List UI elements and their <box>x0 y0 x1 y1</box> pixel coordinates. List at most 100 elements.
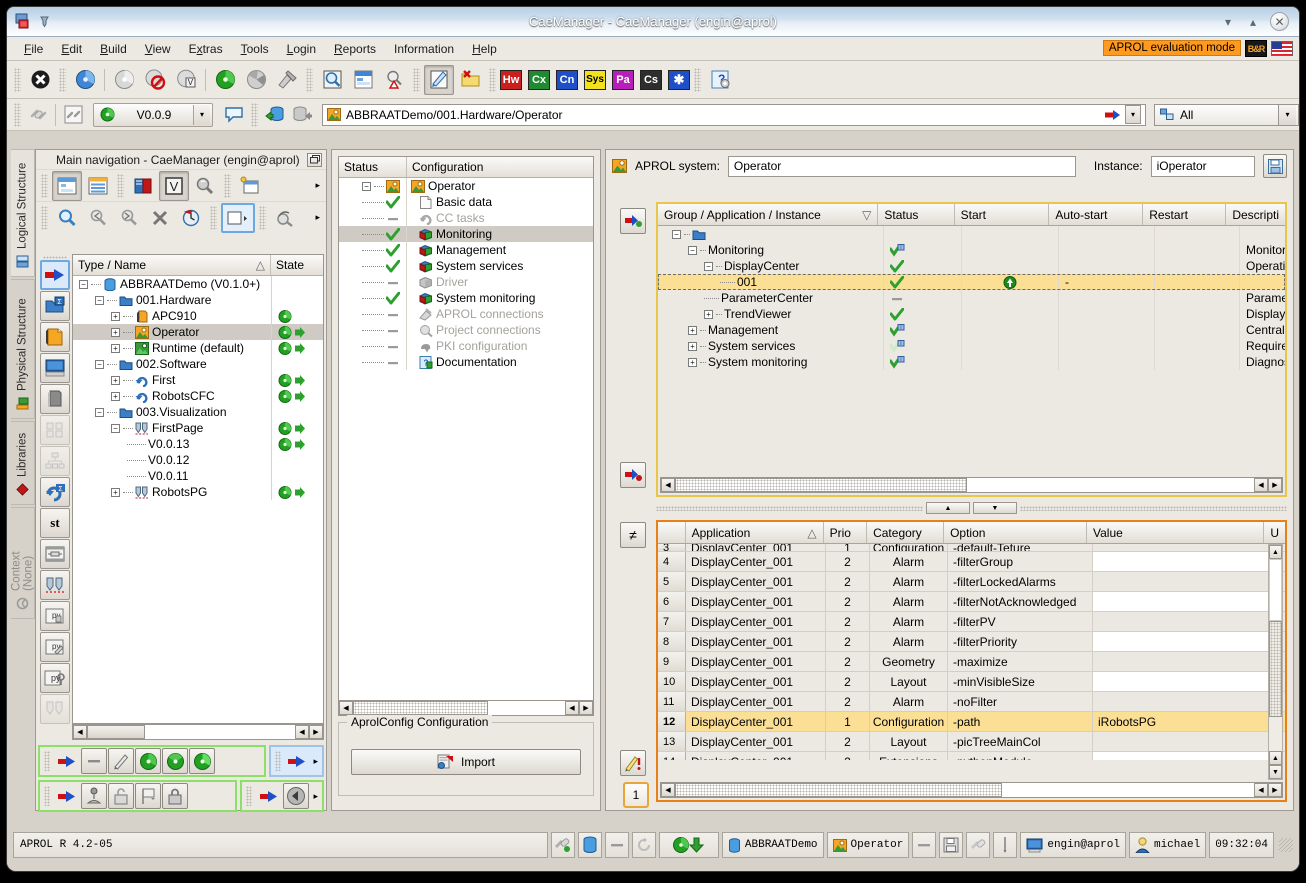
project-segment-icon[interactable] <box>241 65 271 95</box>
pencil-icon[interactable] <box>108 748 134 774</box>
menu-edit[interactable]: Edit <box>52 39 91 59</box>
tab-libraries[interactable]: Libraries <box>11 421 35 505</box>
tree-header-type-name[interactable]: Type / Name △ <box>73 255 271 275</box>
config-item-basic-data[interactable]: Basic data <box>339 194 593 210</box>
side-toolbar-grip[interactable] <box>43 256 67 259</box>
option-row-value[interactable] <box>1093 544 1273 551</box>
user-status[interactable]: michael <box>1128 832 1207 858</box>
group-row-system-monitoring[interactable]: + System monitoring I Diagnosti <box>658 354 1285 370</box>
toolbar-grip-4[interactable] <box>413 67 420 92</box>
project-path-field[interactable]: ABBRAATDemo/001.Hardware/Operator ▾ <box>322 103 1146 126</box>
pa-icon[interactable]: Pa <box>612 69 634 90</box>
restore-window-icon[interactable] <box>307 152 322 167</box>
tab-logical-structure[interactable]: Logical Structure <box>11 149 35 277</box>
navigate-arrow-icon-b1[interactable] <box>54 748 80 774</box>
navigate-arrow-icon-b2[interactable] <box>54 783 80 809</box>
scroll-thumb[interactable] <box>87 725 145 739</box>
gt-scroll-left-button[interactable]: ◀ <box>661 478 675 492</box>
tree-item-001-hardware[interactable]: − 001.Hardware <box>73 292 323 308</box>
option-row-value[interactable] <box>1093 732 1273 751</box>
build-gray-icon[interactable] <box>135 748 161 774</box>
config-item-system-monitoring[interactable]: System monitoring <box>339 290 593 306</box>
option-row-9[interactable]: 9 DisplayCenter_001 2 Geometry -maximize <box>658 652 1285 672</box>
cfg-scroll-right-button[interactable]: ▶ <box>579 701 593 715</box>
group-expander[interactable]: + <box>688 341 697 351</box>
flag-icon[interactable] <box>135 783 161 809</box>
search-icon-nav[interactable] <box>52 203 82 233</box>
prio-1-button[interactable]: 1 <box>623 782 649 808</box>
bt1b-more-arrow-icon[interactable]: ▸ <box>310 756 321 767</box>
tree-expander[interactable]: + <box>111 391 120 401</box>
ot-scroll-left-button[interactable]: ◀ <box>661 783 675 797</box>
sys-icon[interactable]: Sys <box>584 69 606 90</box>
oth-application[interactable]: Application △ <box>686 522 824 543</box>
option-row-12[interactable]: 12 DisplayCenter_001 1 Configuration -path iR… <box>658 712 1285 732</box>
nav-toolbar2-more-arrow-icon[interactable]: ▸ <box>315 212 326 223</box>
group-row-displaycenter[interactable]: − DisplayCenter Operation <box>658 258 1285 274</box>
remove-instance-icon[interactable] <box>620 462 646 488</box>
refresh-search-icon[interactable] <box>270 203 300 233</box>
group-row-trendviewer[interactable]: + TrendViewer Display o <box>658 306 1285 322</box>
menu-build[interactable]: Build <box>91 39 136 59</box>
path-toolbar-grip-2[interactable] <box>251 102 258 127</box>
filter-box-icon[interactable] <box>221 202 255 233</box>
folder-close-icon[interactable] <box>455 65 485 95</box>
option-row-8[interactable]: 8 DisplayCenter_001 2 Alarm -filterPriority <box>658 632 1285 652</box>
minimize-button[interactable]: ▾ <box>1220 14 1236 30</box>
help-gear-icon[interactable]: ? <box>705 65 735 95</box>
gt-scroll-right-button[interactable]: ▶ <box>1268 478 1282 492</box>
nav-toolbar-grip-3[interactable] <box>224 173 231 198</box>
comment-icon[interactable] <box>221 102 247 128</box>
navigate-arrow-icon-b2b[interactable] <box>256 783 282 809</box>
config-item-documentation[interactable]: ? Documentation <box>339 354 593 370</box>
gt-scroll-thumb[interactable] <box>675 478 967 492</box>
nav-toolbar-more-arrow-icon[interactable]: ▸ <box>315 180 326 191</box>
group-table-horizontal-scrollbar[interactable]: ◀ ◀ ▶ <box>660 477 1283 493</box>
tree-item-runtime-default[interactable]: + Runtime (default) <box>73 340 323 356</box>
config-item-driver[interactable]: Driver <box>339 274 593 290</box>
back-circle-icon[interactable] <box>283 783 310 809</box>
scroll-left-button-2[interactable]: ◀ <box>295 725 309 739</box>
search-warning-icon[interactable] <box>379 65 409 95</box>
bt2b-grip[interactable] <box>246 786 253 806</box>
st-icon[interactable]: st <box>40 508 70 538</box>
maximize-button[interactable]: ▴ <box>1245 14 1261 30</box>
version-v-icon[interactable]: V <box>159 170 189 201</box>
option-row-value[interactable] <box>1093 692 1273 711</box>
group-row-parametercenter[interactable]: ParameterCenter Paramete <box>658 290 1285 306</box>
tree-item-robotscfc[interactable]: + RobotsCFC <box>73 388 323 404</box>
filter-combo[interactable]: All ▾ <box>1154 103 1299 126</box>
splitter-up-button[interactable]: ▲ <box>926 502 970 514</box>
gth-group[interactable]: Group / Application / Instance ▽ <box>658 204 879 225</box>
option-row-13[interactable]: 13 DisplayCenter_001 2 Layout -picTreeMainCo… <box>658 732 1285 752</box>
options-vertical-scrollbar[interactable]: ▲ ▲ ▼ <box>1268 544 1283 780</box>
plug-status-icon[interactable] <box>966 832 991 858</box>
dash-status-icon[interactable] <box>912 832 937 858</box>
cn-icon[interactable]: Cn <box>556 69 578 90</box>
group-row-system-services[interactable]: + System services I Required <box>658 338 1285 354</box>
option-row-14[interactable]: 14DisplayCenter_0012Extensions-pythonMod… <box>658 752 1285 760</box>
config-item-operator[interactable]: − Operator <box>339 178 593 194</box>
hierarchy-icon[interactable] <box>40 446 70 476</box>
cfg-scroll-left-button[interactable]: ◀ <box>339 701 353 715</box>
tree-item-operator[interactable]: + Operator <box>73 324 323 340</box>
tree-item-robotspg[interactable]: + RobotsPG <box>73 484 323 500</box>
tree-item-apc910[interactable]: + APC910 <box>73 308 323 324</box>
config-item-project-connections[interactable]: Project connections <box>339 322 593 338</box>
project-tools-icon[interactable] <box>272 65 302 95</box>
build-green2-icon[interactable] <box>189 748 215 774</box>
menu-help[interactable]: Help <box>463 39 506 59</box>
group-row-001[interactable]: 001 - <box>658 274 1285 290</box>
bt2b-more-arrow-icon[interactable]: ▸ <box>310 791 321 802</box>
project-gray-icon[interactable] <box>109 65 139 95</box>
lock-closed-icon[interactable] <box>162 783 188 809</box>
search-icon[interactable] <box>317 65 347 95</box>
gt-scroll-left-button-2[interactable]: ◀ <box>1254 478 1268 492</box>
config-item-cc-tasks[interactable]: CC tasks <box>339 210 593 226</box>
database-status-icon[interactable] <box>577 832 602 858</box>
toolbar-grip[interactable] <box>14 67 21 92</box>
nav-toolbar2-grip-3[interactable] <box>259 205 266 230</box>
search-next-icon[interactable] <box>114 203 144 233</box>
configuration-header-configuration[interactable]: Configuration <box>407 157 593 177</box>
options-scroll-down-button[interactable]: ▼ <box>1269 765 1282 779</box>
